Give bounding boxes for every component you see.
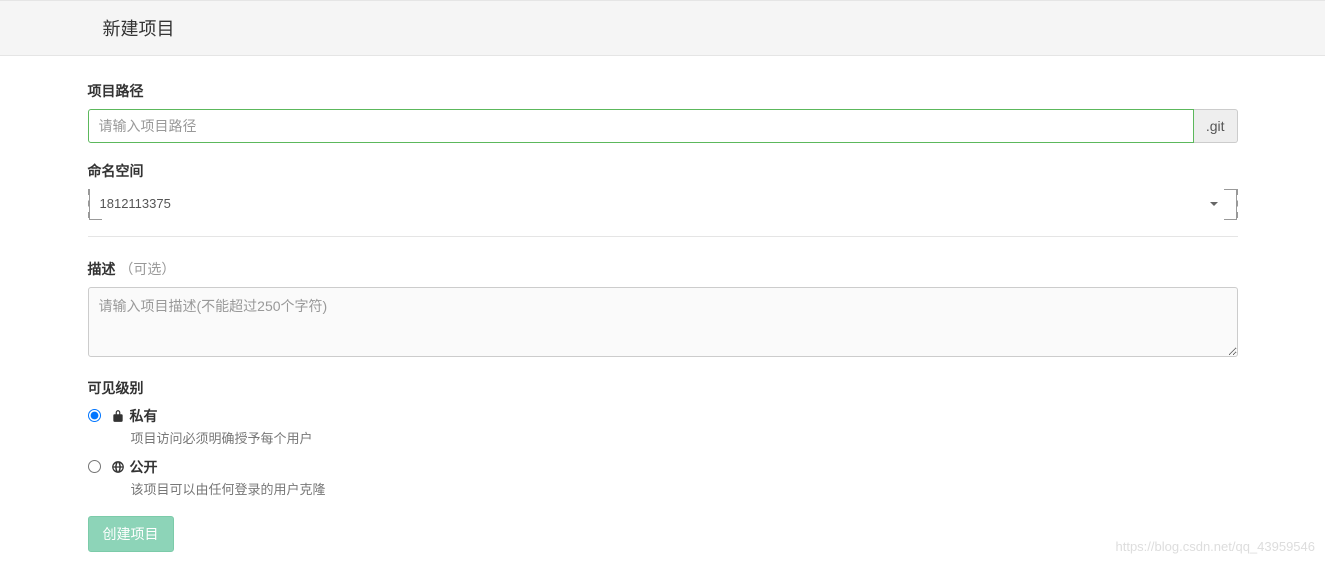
caret-down-icon: [1210, 202, 1218, 206]
visibility-option-public[interactable]: 公开 该项目可以由任何登录的用户克隆: [88, 457, 1238, 498]
project-path-label: 项目路径: [88, 81, 1238, 101]
project-path-input-group: .git: [88, 109, 1238, 143]
namespace-select-wrapper: 1812113375: [88, 189, 1238, 218]
radio-public-content: 公开 该项目可以由任何登录的用户克隆: [111, 457, 1238, 498]
namespace-value: 1812113375: [100, 196, 171, 211]
namespace-group: 命名空间 1812113375: [88, 161, 1238, 218]
radio-public-title: 公开: [111, 457, 1238, 477]
private-desc: 项目访问必须明确授予每个用户: [131, 428, 1238, 447]
git-suffix: .git: [1194, 109, 1238, 143]
namespace-label: 命名空间: [88, 161, 1238, 181]
visibility-option-private[interactable]: 私有 项目访问必须明确授予每个用户: [88, 406, 1238, 447]
page-header: 新建项目: [0, 0, 1325, 56]
description-group: 描述 （可选）: [88, 259, 1238, 360]
watermark: https://blog.csdn.net/qq_43959546: [1116, 539, 1316, 554]
description-optional: （可选）: [119, 261, 175, 277]
private-title-text: 私有: [130, 406, 158, 426]
radio-private-content: 私有 项目访问必须明确授予每个用户: [111, 406, 1238, 447]
description-textarea[interactable]: [88, 287, 1238, 357]
create-project-button[interactable]: 创建项目: [88, 516, 174, 552]
description-label-text: 描述: [88, 261, 116, 277]
project-path-group: 项目路径 .git: [88, 81, 1238, 143]
namespace-select[interactable]: 1812113375: [90, 189, 1236, 218]
radio-public[interactable]: [88, 460, 101, 473]
form-area: 项目路径 .git 命名空间 1812113375 描述 （可选） 可见级别: [88, 56, 1238, 577]
visibility-group: 可见级别 私有 项目访问必须明确授予每个用户: [88, 378, 1238, 498]
public-title-text: 公开: [130, 457, 158, 477]
radio-private-title: 私有: [111, 406, 1238, 426]
globe-icon: [111, 460, 125, 474]
divider: [88, 236, 1238, 237]
project-path-input[interactable]: [88, 109, 1194, 143]
lock-icon: [111, 409, 125, 423]
public-desc: 该项目可以由任何登录的用户克隆: [131, 479, 1238, 498]
radio-private[interactable]: [88, 409, 101, 422]
page-title: 新建项目: [103, 15, 1223, 41]
description-label: 描述 （可选）: [88, 259, 1238, 279]
visibility-label: 可见级别: [88, 378, 1238, 398]
